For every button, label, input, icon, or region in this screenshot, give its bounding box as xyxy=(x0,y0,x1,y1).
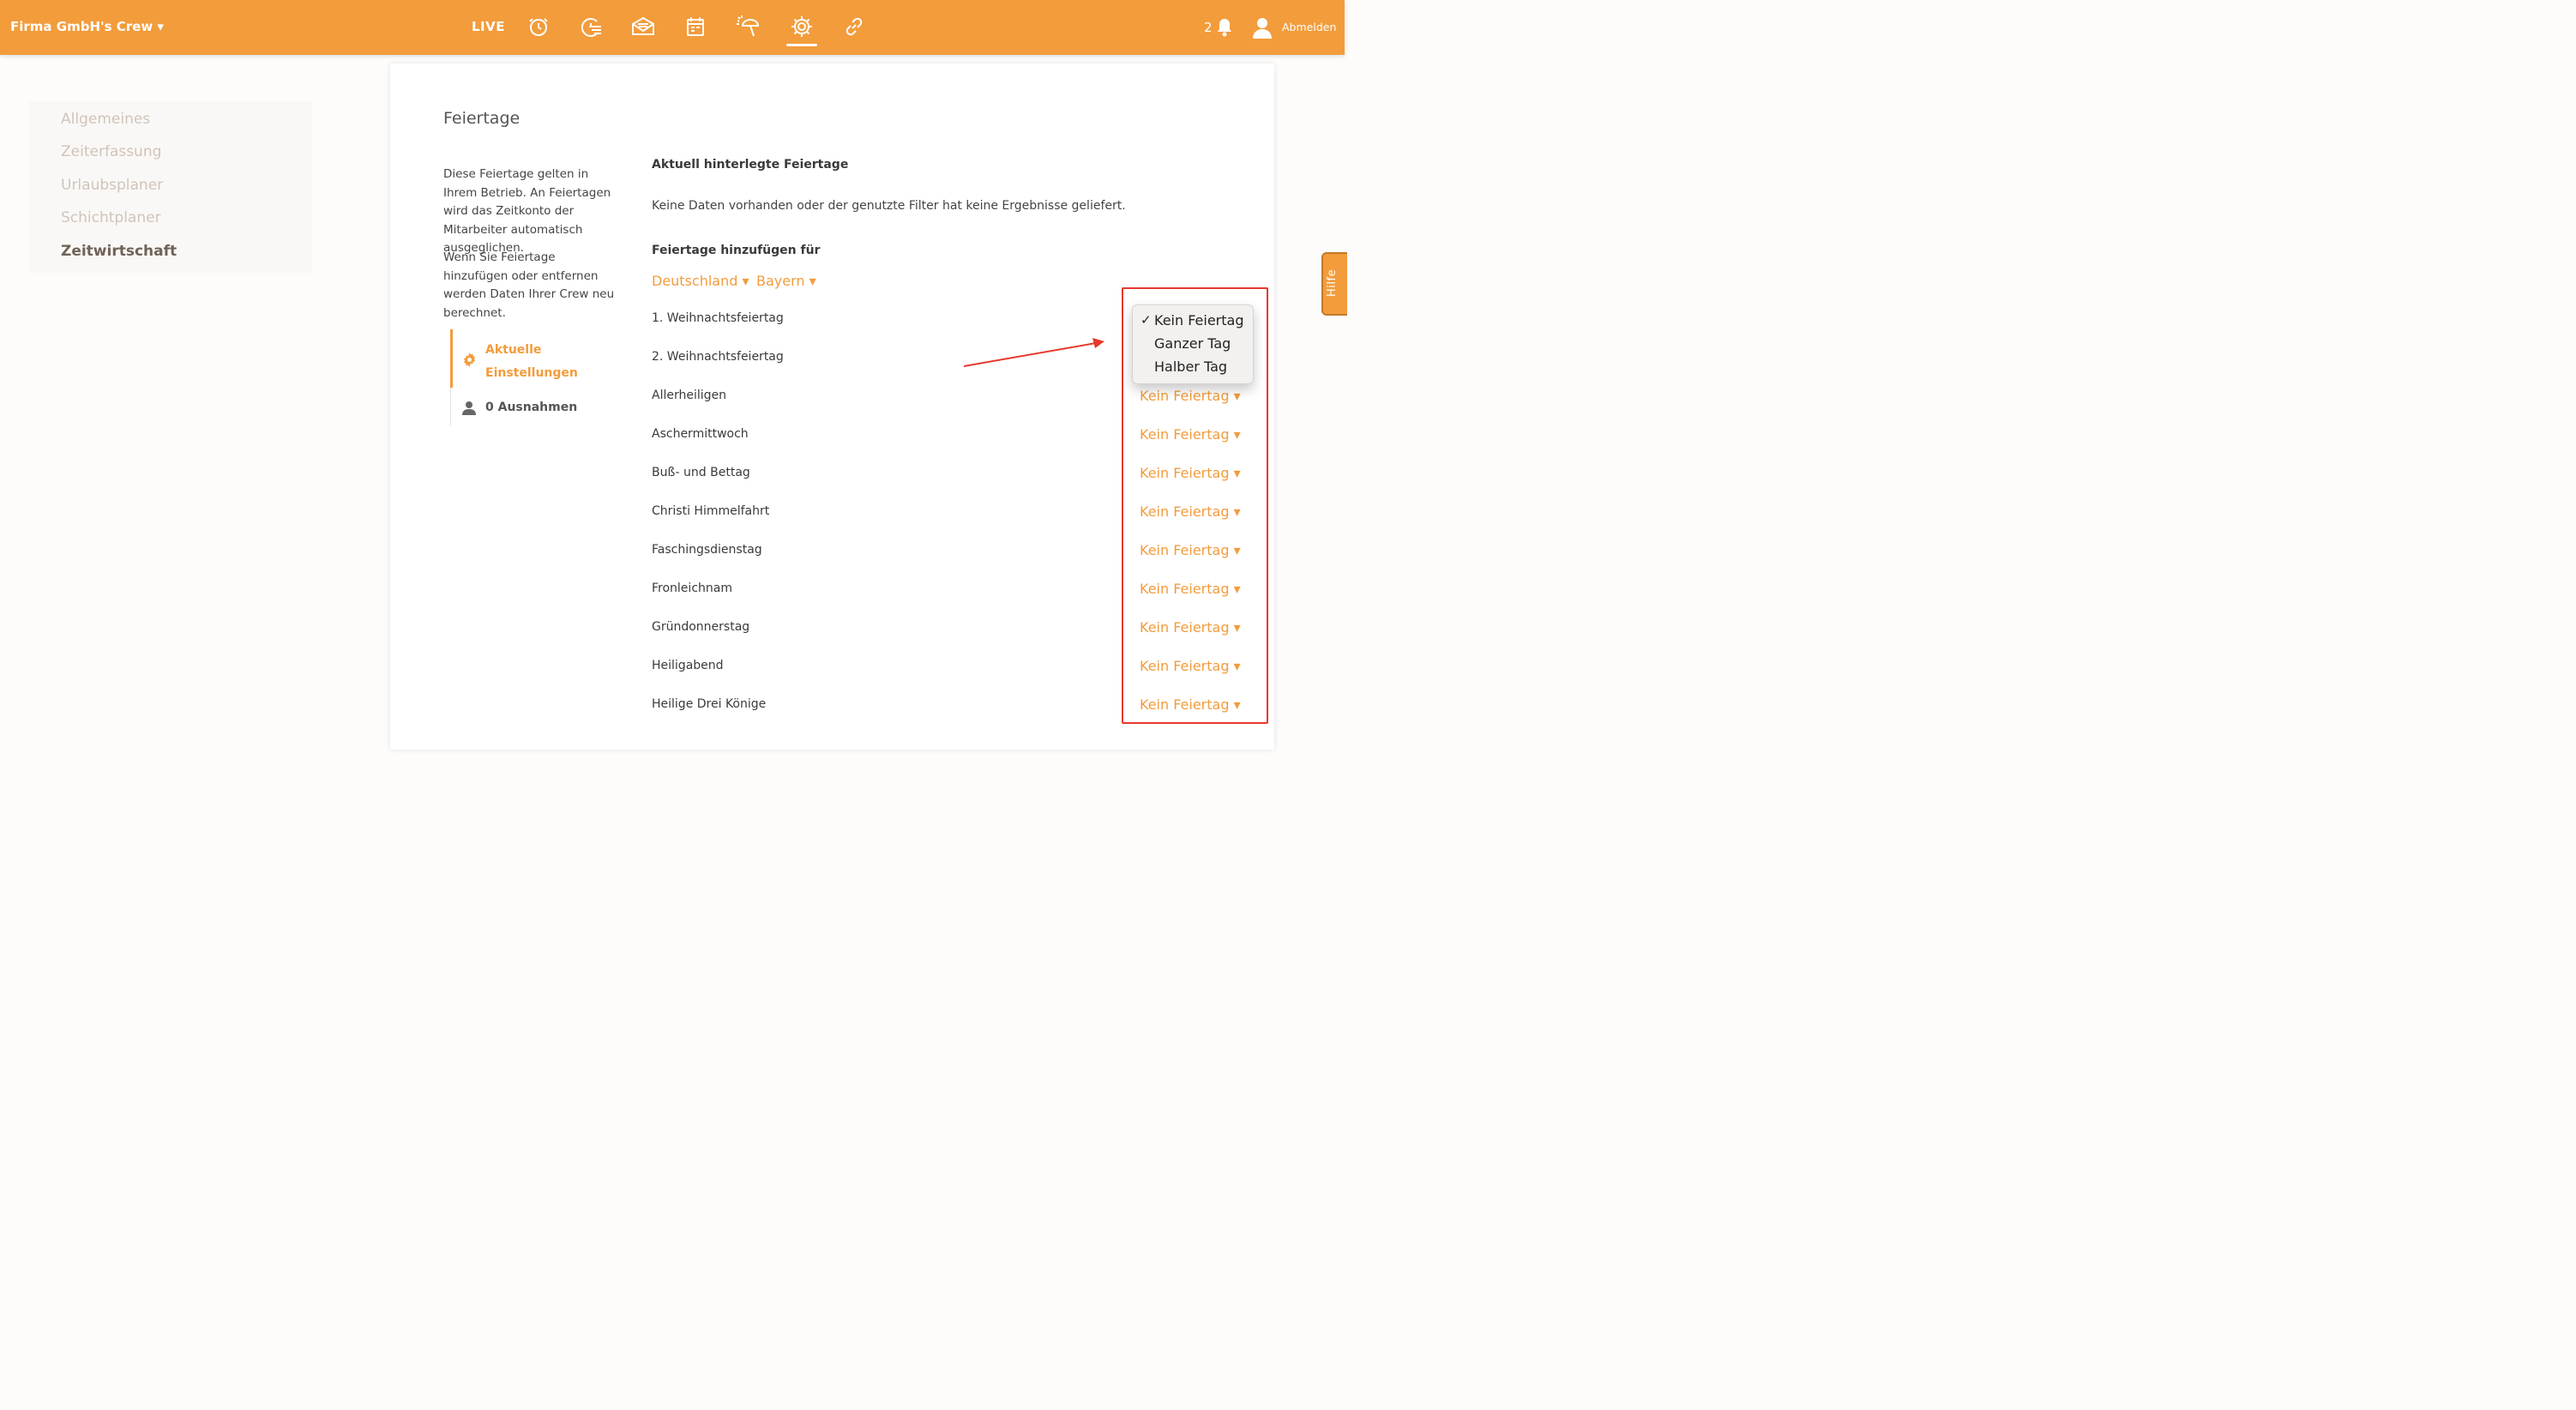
checkmark-icon: ✓ xyxy=(1141,312,1152,328)
vacation-umbrella-icon[interactable] xyxy=(735,14,761,39)
holiday-name: Buß- und Bettag xyxy=(652,466,750,479)
bell-icon[interactable] xyxy=(1215,17,1234,38)
description-text: Diese Feiertage gelten in Ihrem Betrieb.… xyxy=(443,167,611,255)
sidebar-item-urlaubsplaner[interactable]: Urlaubsplaner xyxy=(61,177,163,194)
crew-switcher[interactable]: Firma GmbH's Crew ▾ xyxy=(10,19,164,34)
subnav-aktuelle-einstellungen[interactable]: Aktuelle Einstellungen xyxy=(485,339,588,385)
sidebar-item-allgemeines[interactable]: Allgemeines xyxy=(61,111,150,128)
holiday-name: Fronleichnam xyxy=(652,581,732,595)
top-bar: Firma GmbH's Crew ▾ LIVE 2 Abmelden xyxy=(0,0,1345,55)
holiday-name: Aschermittwoch xyxy=(652,427,749,441)
avatar-icon[interactable] xyxy=(1252,16,1273,39)
inbox-icon[interactable] xyxy=(630,14,656,39)
holiday-name: 1. Weihnachtsfeiertag xyxy=(652,311,784,325)
help-tab[interactable]: Hilfe xyxy=(1321,252,1347,316)
subnav-active-indicator xyxy=(450,329,453,388)
settings-gear-icon[interactable] xyxy=(789,14,815,39)
holiday-type-dropdown: ✓ Kein Feiertag Ganzer Tag Halber Tag xyxy=(1132,304,1254,384)
region-filter[interactable]: Bayern ▾ xyxy=(756,273,816,289)
notification-count[interactable]: 2 xyxy=(1204,20,1213,35)
active-nav-indicator xyxy=(786,44,817,46)
annotation-arrow xyxy=(963,338,1104,367)
subnav-ausnahmen[interactable]: 0 Ausnahmen xyxy=(485,401,577,414)
holiday-name: 2. Weihnachtsfeiertag xyxy=(652,350,784,364)
help-label: Hilfe xyxy=(1326,268,1339,297)
nav-live[interactable]: LIVE xyxy=(472,19,505,34)
no-data-message: Keine Daten vorhanden oder der genutzte … xyxy=(652,199,1126,213)
holiday-name: Heilige Drei Könige xyxy=(652,697,767,711)
holiday-name: Allerheiligen xyxy=(652,389,727,402)
holiday-name: Gründonnerstag xyxy=(652,620,750,634)
dropdown-option-halber-tag[interactable]: Halber Tag xyxy=(1133,357,1253,379)
settings-sidebar: Allgemeines Zeiterfassung Urlaubsplaner … xyxy=(29,101,312,273)
sidebar-item-zeitwirtschaft[interactable]: Zeitwirtschaft xyxy=(61,243,177,260)
sidebar-item-zeiterfassung[interactable]: Zeiterfassung xyxy=(61,143,161,160)
dropdown-option-kein-feiertag[interactable]: ✓ Kein Feiertag xyxy=(1133,310,1253,333)
dropdown-option-label: Ganzer Tag xyxy=(1154,335,1231,352)
holiday-name: Heiligabend xyxy=(652,659,724,672)
timesheet-icon[interactable] xyxy=(578,14,604,39)
calendar-icon[interactable] xyxy=(683,14,708,39)
link-icon[interactable] xyxy=(841,14,867,39)
page-title: Feiertage xyxy=(443,109,521,128)
gear-icon xyxy=(462,352,477,367)
dropdown-option-label: Halber Tag xyxy=(1154,359,1228,375)
dropdown-option-ganzer-tag[interactable]: Ganzer Tag xyxy=(1133,334,1253,356)
current-holidays-heading: Aktuell hinterlegte Feiertage xyxy=(652,158,849,172)
description-recalc-text: Wenn Sie Feiertage hinzufügen oder entfe… xyxy=(443,250,615,320)
sidebar-item-schichtplaner[interactable]: Schichtplaner xyxy=(61,209,161,226)
holiday-name: Faschingsdienstag xyxy=(652,543,762,557)
country-filter[interactable]: Deutschland ▾ xyxy=(652,273,749,289)
holiday-name: Christi Himmelfahrt xyxy=(652,504,770,518)
user-icon xyxy=(462,401,476,415)
add-holidays-heading: Feiertage hinzufügen für xyxy=(652,244,821,257)
dropdown-option-label: Kein Feiertag xyxy=(1154,312,1244,328)
subnav-divider xyxy=(450,388,451,425)
logout-link[interactable]: Abmelden xyxy=(1282,21,1336,33)
clock-icon[interactable] xyxy=(526,14,551,39)
